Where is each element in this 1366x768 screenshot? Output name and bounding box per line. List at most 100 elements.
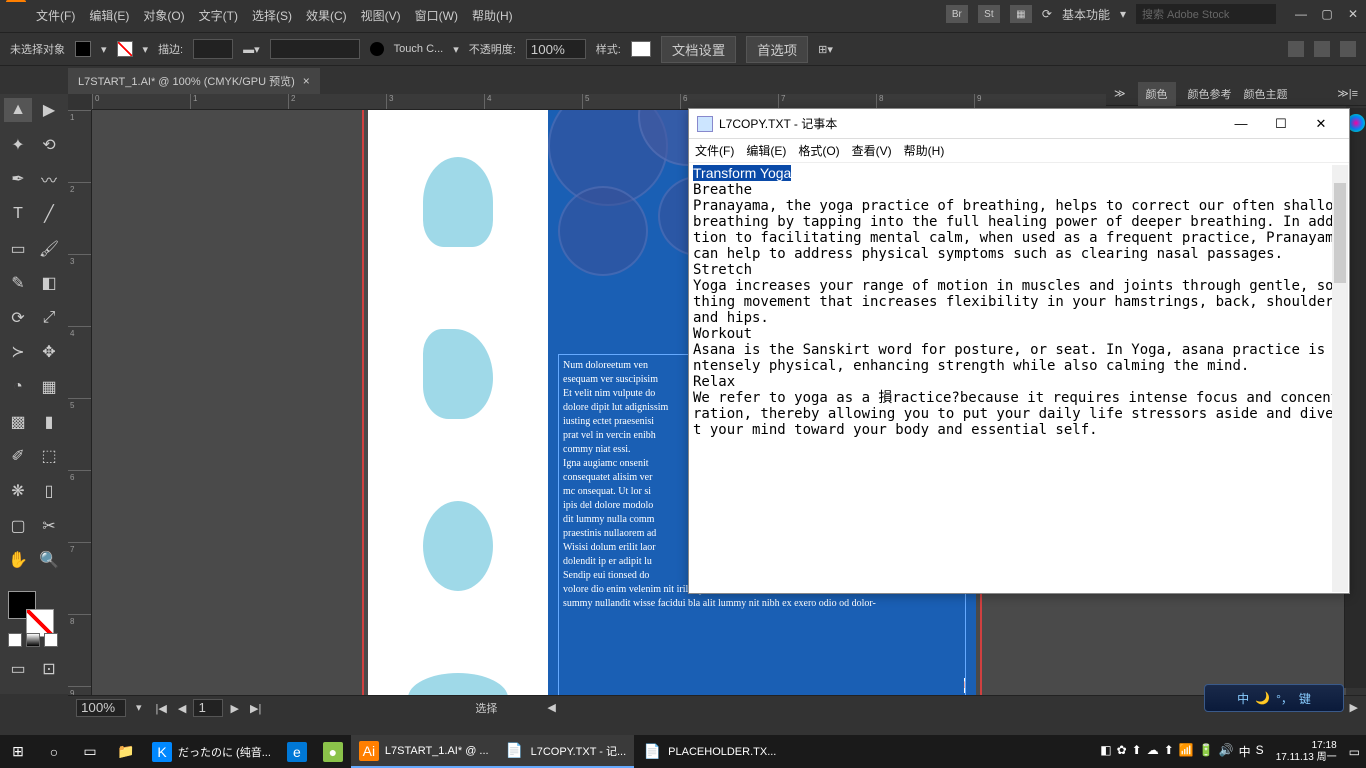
tray-icon-4[interactable]: ⬆: [1164, 743, 1174, 760]
chevron-down-icon[interactable]: ▾: [453, 43, 459, 56]
column-graph-tool-icon[interactable]: ▯: [35, 479, 63, 503]
rotate-tool-icon[interactable]: ⟳: [4, 306, 32, 330]
chevron-down-icon[interactable]: ▾: [1120, 7, 1126, 21]
circle-shape[interactable]: [558, 186, 648, 276]
rectangle-tool-icon[interactable]: ▭: [4, 237, 32, 261]
yoga-pose-2[interactable]: [423, 329, 493, 419]
np-menu-view[interactable]: 查看(V): [852, 142, 892, 159]
taskbar-item-5[interactable]: e: [279, 735, 315, 768]
workspace-switcher[interactable]: 基本功能: [1062, 6, 1110, 23]
type-tool-icon[interactable]: T: [4, 202, 32, 226]
gradient-mode-icon[interactable]: [26, 633, 40, 647]
scale-tool-icon[interactable]: ⤢: [35, 306, 63, 330]
taskbar-item-3[interactable]: 📁: [108, 735, 144, 768]
notepad-text-area[interactable]: Transform Yoga Breathe Pranayama, the yo…: [689, 163, 1349, 593]
curvature-tool-icon[interactable]: 〰: [35, 167, 63, 191]
document-setup-button[interactable]: 文档设置: [661, 36, 736, 63]
vertical-ruler[interactable]: 123456789: [68, 110, 92, 695]
taskbar-item-2[interactable]: ▭: [72, 735, 108, 768]
maximize-icon[interactable]: ▢: [1320, 7, 1334, 21]
magic-wand-tool-icon[interactable]: ✦: [4, 133, 32, 157]
selection-tool-icon[interactable]: ▲: [4, 98, 32, 122]
tray-icon-5[interactable]: 📶: [1179, 743, 1194, 760]
panel-icon-2[interactable]: [1314, 41, 1330, 57]
menu-object[interactable]: 对象(O): [143, 7, 184, 24]
tray-icon-9[interactable]: S: [1256, 743, 1264, 760]
change-screen-icon[interactable]: ⊡: [35, 657, 63, 681]
panel-tab-color[interactable]: 颜色: [1138, 82, 1176, 106]
chevron-down-icon[interactable]: ▾: [101, 43, 107, 56]
artboard-tool-icon[interactable]: ▢: [4, 514, 32, 538]
eyedropper-tool-icon[interactable]: ✐: [4, 444, 32, 468]
stroke-swatch[interactable]: [117, 41, 133, 57]
taskbar-item-4[interactable]: Kだったのに (纯音...: [144, 735, 279, 768]
scrollbar-thumb[interactable]: [1334, 183, 1346, 283]
line-tool-icon[interactable]: ╱: [35, 202, 63, 226]
opacity-input[interactable]: [526, 39, 586, 59]
tray-icon-2[interactable]: ⬆: [1132, 743, 1142, 760]
notepad-scrollbar[interactable]: [1332, 165, 1348, 592]
tray-icon-7[interactable]: 🔊: [1219, 743, 1234, 760]
tray-icon-0[interactable]: ◧: [1100, 743, 1111, 760]
perspective-tool-icon[interactable]: ▦: [35, 375, 63, 399]
fill-swatch[interactable]: [75, 41, 91, 57]
scroll-left-icon[interactable]: ◀: [547, 701, 555, 714]
menu-edit[interactable]: 编辑(E): [89, 7, 129, 24]
brush-name[interactable]: Touch C...: [394, 43, 444, 55]
arrange-icon[interactable]: ▦: [1010, 5, 1032, 23]
taskbar-clock[interactable]: 17:18 17.11.13 周一: [1270, 740, 1343, 764]
zoom-input[interactable]: [76, 699, 126, 717]
taskbar-item-7[interactable]: AiL7START_1.AI* @ ...: [351, 735, 497, 768]
minimize-icon[interactable]: —: [1294, 7, 1308, 21]
scroll-right-icon[interactable]: ▶: [1350, 701, 1358, 714]
color-swatches[interactable]: [4, 587, 64, 647]
menu-effect[interactable]: 效果(C): [306, 7, 347, 24]
sync-icon[interactable]: ⟳: [1042, 7, 1052, 21]
preferences-button[interactable]: 首选项: [746, 36, 808, 63]
mesh-tool-icon[interactable]: ▩: [4, 410, 32, 434]
bridge-icon[interactable]: Br: [946, 5, 968, 23]
close-icon[interactable]: ✕: [1301, 116, 1341, 132]
menu-type[interactable]: 文字(T): [199, 7, 238, 24]
tray-icon-1[interactable]: ✿: [1117, 743, 1127, 760]
panel-icon-3[interactable]: [1340, 41, 1356, 57]
style-swatch[interactable]: [631, 41, 651, 57]
tray-icon-8[interactable]: 中: [1239, 743, 1251, 760]
yoga-pose-4[interactable]: [408, 673, 508, 695]
notepad-window[interactable]: L7COPY.TXT - 记事本 — ☐ ✕ 文件(F) 编辑(E) 格式(O)…: [688, 108, 1350, 594]
last-artboard-icon[interactable]: ▶|: [246, 703, 265, 715]
stock-search-input[interactable]: 搜索 Adobe Stock: [1136, 4, 1276, 24]
stroke-profile-icon[interactable]: ▬▾: [243, 43, 260, 56]
taskbar-item-8[interactable]: 📄L7COPY.TXT - 记...: [497, 735, 635, 768]
np-menu-edit[interactable]: 编辑(E): [746, 142, 786, 159]
taskbar-item-9[interactable]: 📄PLACEHOLDER.TX...: [634, 735, 784, 768]
stock-icon[interactable]: St: [978, 5, 1000, 23]
eraser-tool-icon[interactable]: ◧: [35, 271, 63, 295]
tab-close-icon[interactable]: ×: [303, 74, 310, 88]
panel-icon-1[interactable]: [1288, 41, 1304, 57]
free-transform-tool-icon[interactable]: ✥: [35, 340, 63, 364]
gradient-tool-icon[interactable]: ▮: [35, 410, 63, 434]
panel-tab-color-guide[interactable]: 颜色参考: [1188, 86, 1232, 102]
maximize-icon[interactable]: ☐: [1261, 116, 1301, 132]
zoom-tool-icon[interactable]: 🔍: [35, 548, 63, 572]
tray-icon-6[interactable]: 🔋: [1199, 743, 1214, 760]
direct-selection-tool-icon[interactable]: ▶: [35, 98, 63, 122]
pen-tool-icon[interactable]: ✒: [4, 167, 32, 191]
brush-input[interactable]: [270, 39, 360, 59]
menu-view[interactable]: 视图(V): [361, 7, 401, 24]
yoga-pose-3[interactable]: [423, 501, 493, 591]
panel-tab-color-themes[interactable]: 颜色主题: [1244, 86, 1288, 102]
symbol-sprayer-tool-icon[interactable]: ❋: [4, 479, 32, 503]
screen-mode-icon[interactable]: ▭: [4, 657, 32, 681]
first-artboard-icon[interactable]: |◀: [152, 703, 171, 715]
chevron-down-icon[interactable]: ▾: [143, 43, 149, 56]
np-menu-format[interactable]: 格式(O): [798, 142, 839, 159]
notepad-titlebar[interactable]: L7COPY.TXT - 记事本 — ☐ ✕: [689, 109, 1349, 139]
taskbar-item-0[interactable]: ⊞: [0, 735, 36, 768]
minimize-icon[interactable]: —: [1221, 116, 1261, 132]
taskbar-item-6[interactable]: ●: [315, 735, 351, 768]
paintbrush-tool-icon[interactable]: 🖌: [35, 237, 63, 261]
shaper-tool-icon[interactable]: ✎: [4, 271, 32, 295]
ime-floating-bar[interactable]: 中 🌙 °， 键: [1204, 684, 1344, 712]
